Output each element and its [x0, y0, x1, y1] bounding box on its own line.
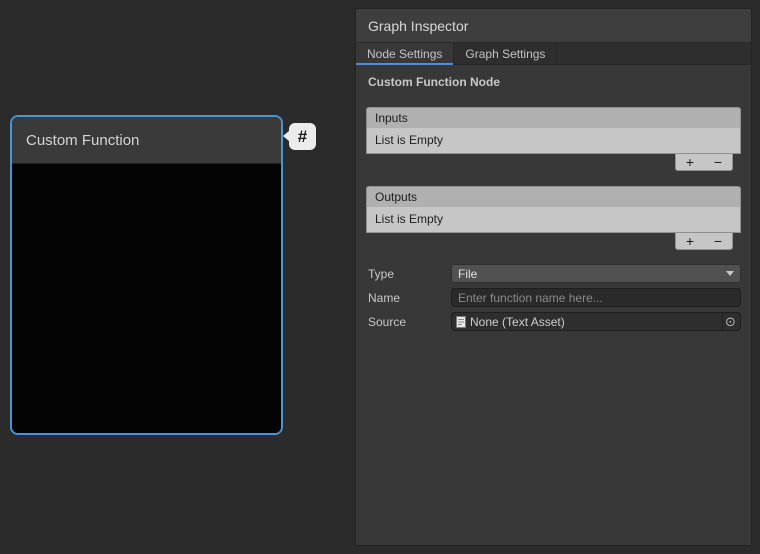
type-label: Type — [368, 267, 451, 281]
tab-graph-settings[interactable]: Graph Settings — [454, 43, 557, 64]
text-asset-icon — [456, 316, 466, 328]
chevron-down-icon — [726, 271, 734, 276]
inspector-header[interactable]: Graph Inspector — [356, 9, 751, 43]
inputs-list-header[interactable]: Inputs — [366, 107, 741, 128]
node-preview-body — [12, 164, 281, 435]
custom-function-node[interactable]: Custom Function — [10, 115, 283, 435]
outputs-list-footer-bar: + − — [675, 233, 733, 250]
type-dropdown-value: File — [458, 267, 477, 281]
name-row: Name — [368, 288, 741, 307]
type-row: Type File — [368, 264, 741, 283]
outputs-list-empty-row: List is Empty — [366, 207, 741, 233]
object-picker-icon[interactable]: ⊙ — [722, 313, 738, 330]
inspector-content: Custom Function Node Inputs List is Empt… — [356, 65, 751, 331]
outputs-list-header[interactable]: Outputs — [366, 186, 741, 207]
inputs-list-empty-row: List is Empty — [366, 128, 741, 154]
node-title: Custom Function — [26, 132, 139, 149]
source-object-value: None (Text Asset) — [470, 315, 565, 329]
function-name-input[interactable] — [451, 288, 741, 307]
name-label: Name — [368, 291, 451, 305]
type-dropdown[interactable]: File — [451, 264, 741, 283]
hash-badge-icon: # — [289, 123, 316, 150]
inputs-list-footer-bar: + − — [675, 154, 733, 171]
inputs-remove-button[interactable]: − — [705, 155, 731, 170]
outputs-list-footer: + − — [366, 233, 741, 250]
outputs-list: Outputs List is Empty + − — [366, 186, 741, 250]
node-header[interactable]: Custom Function — [12, 117, 281, 164]
inspector-title: Graph Inspector — [368, 18, 468, 34]
graph-canvas[interactable]: Custom Function # Graph Inspector Node S… — [0, 0, 760, 554]
node-settings-form: Type File Name Source — [356, 264, 751, 331]
inspector-tab-bar: Node Settings Graph Settings — [356, 43, 751, 65]
outputs-add-button[interactable]: + — [677, 234, 703, 249]
source-object-field[interactable]: None (Text Asset) ⊙ — [451, 312, 741, 331]
inputs-list-footer: + − — [366, 154, 741, 171]
source-label: Source — [368, 315, 451, 329]
hash-badge-label: # — [298, 127, 307, 147]
tab-graph-settings-label: Graph Settings — [465, 47, 545, 61]
outputs-remove-button[interactable]: − — [705, 234, 731, 249]
tab-node-settings[interactable]: Node Settings — [356, 43, 454, 64]
tab-node-settings-label: Node Settings — [367, 47, 442, 61]
graph-inspector-panel: Graph Inspector Node Settings Graph Sett… — [355, 8, 752, 546]
inputs-list: Inputs List is Empty + − — [366, 107, 741, 171]
source-row: Source None (Text Asset) ⊙ — [368, 312, 741, 331]
inputs-add-button[interactable]: + — [677, 155, 703, 170]
section-title: Custom Function Node — [356, 65, 751, 107]
